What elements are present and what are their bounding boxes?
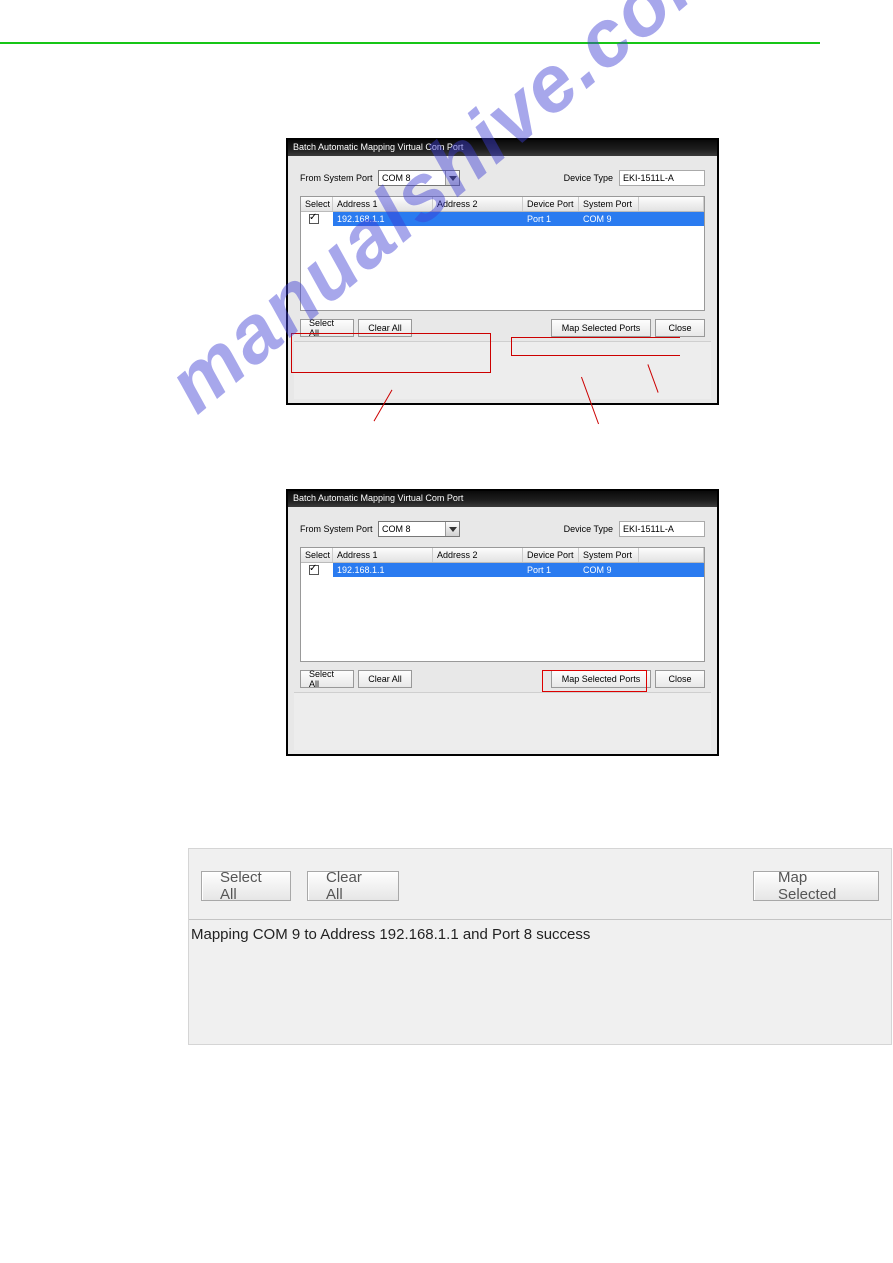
device-type-field: EKI-1511L-A bbox=[619, 521, 705, 537]
th-address2[interactable]: Address 2 bbox=[433, 548, 523, 562]
dialog-title: Batch Automatic Mapping Virtual Com Port bbox=[288, 491, 717, 507]
table-row[interactable]: 192.168.1.1 Port 1 COM 9 bbox=[301, 563, 704, 577]
header-divider bbox=[0, 42, 820, 44]
row-checkbox[interactable] bbox=[309, 565, 319, 575]
select-all-button[interactable]: Select All bbox=[201, 871, 291, 901]
map-selected-ports-button[interactable]: Map Selected Ports bbox=[551, 319, 651, 337]
dialog-title: Batch Automatic Mapping Virtual Com Port bbox=[288, 140, 717, 156]
map-selected-ports-button[interactable]: Map Selected bbox=[753, 871, 879, 901]
th-system-port[interactable]: System Port bbox=[579, 548, 639, 562]
clear-all-button[interactable]: Clear All bbox=[307, 871, 399, 901]
chevron-down-icon bbox=[449, 527, 457, 532]
status-area bbox=[294, 692, 711, 750]
th-address1[interactable]: Address 1 bbox=[333, 197, 433, 211]
th-address2[interactable]: Address 2 bbox=[433, 197, 523, 211]
status-message: Mapping COM 9 to Address 192.168.1.1 and… bbox=[189, 920, 891, 949]
map-selected-ports-button[interactable]: Map Selected Ports bbox=[551, 670, 651, 688]
cell-device-port: Port 1 bbox=[523, 563, 579, 577]
close-button[interactable]: Close bbox=[655, 319, 705, 337]
device-type-label: Device Type bbox=[564, 173, 613, 183]
th-address1[interactable]: Address 1 bbox=[333, 548, 433, 562]
batch-mapping-dialog-2: Batch Automatic Mapping Virtual Com Port… bbox=[286, 489, 719, 756]
cell-address1: 192.168.1.1 bbox=[333, 563, 433, 577]
select-all-button[interactable]: Select All bbox=[300, 319, 354, 337]
ports-table: Select Address 1 Address 2 Device Port S… bbox=[300, 196, 705, 311]
cell-address1: 192.168.1.1 bbox=[333, 212, 433, 226]
select-all-button[interactable]: Select All bbox=[300, 670, 354, 688]
th-system-port[interactable]: System Port bbox=[579, 197, 639, 211]
ports-table: Select Address 1 Address 2 Device Port S… bbox=[300, 547, 705, 662]
batch-mapping-dialog-1: Batch Automatic Mapping Virtual Com Port… bbox=[286, 138, 719, 405]
from-system-port-combo[interactable]: COM 8 bbox=[378, 170, 460, 186]
th-device-port[interactable]: Device Port bbox=[523, 548, 579, 562]
th-select[interactable]: Select bbox=[301, 548, 333, 562]
close-button[interactable]: Close bbox=[655, 670, 705, 688]
cell-system-port: COM 9 bbox=[579, 212, 639, 226]
table-row[interactable]: 192.168.1.1 Port 1 COM 9 bbox=[301, 212, 704, 226]
device-type-label: Device Type bbox=[564, 524, 613, 534]
from-system-port-value: COM 8 bbox=[382, 173, 411, 183]
clear-all-button[interactable]: Clear All bbox=[358, 670, 412, 688]
cell-device-port: Port 1 bbox=[523, 212, 579, 226]
cell-system-port: COM 9 bbox=[579, 563, 639, 577]
status-crop: Select All Clear All Map Selected Mappin… bbox=[188, 848, 892, 1045]
cell-address2 bbox=[433, 563, 523, 577]
device-type-field: EKI-1511L-A bbox=[619, 170, 705, 186]
cell-address2 bbox=[433, 212, 523, 226]
chevron-down-icon bbox=[449, 176, 457, 181]
combo-dropdown-button[interactable] bbox=[445, 522, 459, 536]
from-system-port-combo[interactable]: COM 8 bbox=[378, 521, 460, 537]
combo-dropdown-button[interactable] bbox=[445, 171, 459, 185]
from-system-port-label: From System Port bbox=[300, 173, 378, 183]
th-select[interactable]: Select bbox=[301, 197, 333, 211]
clear-all-button[interactable]: Clear All bbox=[358, 319, 412, 337]
th-device-port[interactable]: Device Port bbox=[523, 197, 579, 211]
from-system-port-label: From System Port bbox=[300, 524, 378, 534]
row-checkbox[interactable] bbox=[309, 214, 319, 224]
from-system-port-value: COM 8 bbox=[382, 524, 411, 534]
